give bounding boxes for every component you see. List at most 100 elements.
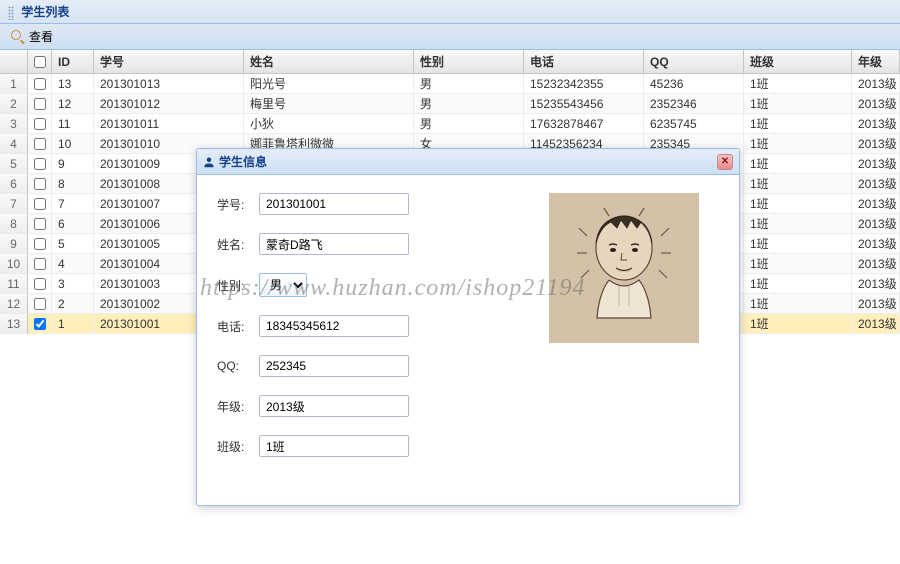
table-row[interactable]: 311201301011小狄男1763287846762357451班2013级 (0, 114, 900, 134)
col-class-header[interactable]: 班级 (744, 50, 852, 73)
user-icon (203, 156, 215, 168)
grade-cell: 2013级 (852, 154, 900, 174)
class-cell: 1班 (744, 134, 852, 154)
row-checkbox[interactable] (34, 318, 46, 330)
dialog-header[interactable]: 学生信息 ✕ (197, 149, 739, 175)
checkbox-cell (28, 214, 52, 234)
label-name: 姓名: (217, 236, 259, 253)
name-cell: 阳光号 (244, 74, 414, 94)
qq-cell: 45236 (644, 74, 744, 94)
grade-cell: 2013级 (852, 174, 900, 194)
input-tel[interactable] (259, 315, 409, 337)
label-qq: QQ: (217, 359, 259, 373)
row-checkbox[interactable] (34, 238, 46, 250)
col-rownum (0, 50, 28, 73)
sex-cell: 男 (414, 94, 524, 114)
label-sno: 学号: (217, 196, 259, 213)
col-tel-header[interactable]: 电话 (524, 50, 644, 73)
col-sno-header[interactable]: 学号 (94, 50, 244, 73)
row-checkbox[interactable] (34, 118, 46, 130)
rownum-cell: 2 (0, 94, 28, 114)
row-checkbox[interactable] (34, 198, 46, 210)
rownum-cell: 13 (0, 314, 28, 334)
row-checkbox[interactable] (34, 178, 46, 190)
table-row[interactable]: 113201301013阳光号男15232342355452361班2013级 (0, 74, 900, 94)
rownum-cell: 3 (0, 114, 28, 134)
id-cell: 4 (52, 254, 94, 274)
rownum-cell: 11 (0, 274, 28, 294)
grade-cell: 2013级 (852, 254, 900, 274)
class-cell: 1班 (744, 294, 852, 314)
id-cell: 11 (52, 114, 94, 134)
tel-cell: 15235543456 (524, 94, 644, 114)
grade-cell: 2013级 (852, 214, 900, 234)
col-id-header[interactable]: ID (52, 50, 94, 73)
row-checkbox[interactable] (34, 298, 46, 310)
student-dialog: 学生信息 ✕ 学号: 姓名: 性别: 男 电话: QQ: 年级: 班级: (196, 148, 740, 506)
sno-cell: 201301013 (94, 74, 244, 94)
col-checkbox[interactable] (28, 50, 52, 73)
avatar-image (549, 193, 699, 343)
rownum-cell: 8 (0, 214, 28, 234)
grade-cell: 2013级 (852, 74, 900, 94)
checkbox-cell (28, 194, 52, 214)
id-cell: 1 (52, 314, 94, 334)
id-cell: 9 (52, 154, 94, 174)
row-checkbox[interactable] (34, 78, 46, 90)
qq-cell: 6235745 (644, 114, 744, 134)
checkbox-cell (28, 174, 52, 194)
panel-header: 学生列表 (0, 0, 900, 24)
checkbox-cell (28, 134, 52, 154)
input-class[interactable] (259, 435, 409, 457)
tel-cell: 15232342355 (524, 74, 644, 94)
class-cell: 1班 (744, 154, 852, 174)
id-cell: 8 (52, 174, 94, 194)
id-cell: 2 (52, 294, 94, 314)
row-checkbox[interactable] (34, 218, 46, 230)
view-button[interactable]: 查看 (4, 25, 60, 48)
table-row[interactable]: 212201301012梅里号男1523554345623523461班2013… (0, 94, 900, 114)
class-cell: 1班 (744, 234, 852, 254)
row-checkbox[interactable] (34, 258, 46, 270)
checkbox-cell (28, 94, 52, 114)
select-sex[interactable]: 男 (259, 273, 307, 297)
col-sex-header[interactable]: 性别 (414, 50, 524, 73)
input-grade[interactable] (259, 395, 409, 417)
tel-cell: 17632878467 (524, 114, 644, 134)
row-checkbox[interactable] (34, 158, 46, 170)
rownum-cell: 5 (0, 154, 28, 174)
col-grade-header[interactable]: 年级 (852, 50, 900, 73)
name-cell: 小狄 (244, 114, 414, 134)
label-sex: 性别: (217, 277, 259, 294)
rownum-cell: 6 (0, 174, 28, 194)
col-qq-header[interactable]: QQ (644, 50, 744, 73)
select-all-checkbox[interactable] (34, 56, 46, 68)
rownum-cell: 7 (0, 194, 28, 214)
checkbox-cell (28, 234, 52, 254)
row-checkbox[interactable] (34, 278, 46, 290)
col-name-header[interactable]: 姓名 (244, 50, 414, 73)
rownum-cell: 4 (0, 134, 28, 154)
class-cell: 1班 (744, 214, 852, 234)
input-qq[interactable] (259, 355, 409, 377)
rownum-cell: 12 (0, 294, 28, 314)
grade-cell: 2013级 (852, 274, 900, 294)
input-sno[interactable] (259, 193, 409, 215)
rownum-cell: 10 (0, 254, 28, 274)
checkbox-cell (28, 114, 52, 134)
id-cell: 10 (52, 134, 94, 154)
input-name[interactable] (259, 233, 409, 255)
class-cell: 1班 (744, 314, 852, 334)
panel-title: 学生列表 (21, 5, 69, 19)
row-checkbox[interactable] (34, 98, 46, 110)
grade-cell: 2013级 (852, 234, 900, 254)
checkbox-cell (28, 314, 52, 334)
grade-cell: 2013级 (852, 194, 900, 214)
class-cell: 1班 (744, 114, 852, 134)
sex-cell: 男 (414, 74, 524, 94)
row-checkbox[interactable] (34, 138, 46, 150)
close-button[interactable]: ✕ (717, 154, 733, 170)
dialog-body: 学号: 姓名: 性别: 男 电话: QQ: 年级: 班级: (197, 175, 739, 505)
grid-header: ID 学号 姓名 性别 电话 QQ 班级 年级 (0, 50, 900, 74)
label-class: 班级: (217, 438, 259, 455)
